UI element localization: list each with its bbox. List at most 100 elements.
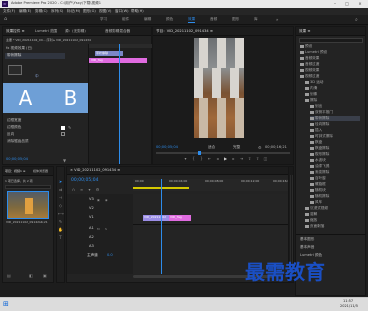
- menu-sequence[interactable]: 序列(S): [51, 9, 63, 14]
- track-select-tool-icon[interactable]: ⇉: [58, 187, 63, 192]
- menu-view[interactable]: 视图(V): [99, 9, 111, 14]
- menu-graphics[interactable]: 图形(G): [83, 9, 96, 14]
- tree-item[interactable]: 3D 运动: [305, 80, 323, 85]
- tree-item[interactable]: 预设: [300, 44, 312, 49]
- timeline-playhead[interactable]: [161, 179, 162, 274]
- panel-essential-graphics[interactable]: 基本图形: [300, 237, 314, 242]
- program-playhead-icon[interactable]: [198, 151, 201, 155]
- mute-icon[interactable]: M: [97, 227, 100, 231]
- filter-icon[interactable]: ▼: [63, 158, 66, 163]
- tree-item[interactable]: 随机擦除: [310, 194, 329, 199]
- tree-item[interactable]: 水波块: [310, 158, 326, 163]
- solo-icon[interactable]: S: [105, 227, 107, 231]
- tree-item[interactable]: 溶解: [305, 212, 317, 217]
- mark-out-icon[interactable]: }: [199, 156, 204, 161]
- go-to-in-icon[interactable]: ⇤: [207, 156, 212, 161]
- tree-item[interactable]: 划出: [310, 104, 322, 109]
- step-forward-icon[interactable]: ▸: [231, 156, 236, 161]
- add-marker-icon[interactable]: ▾: [87, 187, 92, 192]
- tree-item[interactable]: 风车: [310, 200, 322, 205]
- go-to-out-icon[interactable]: ⇥: [239, 156, 244, 161]
- lock-icon[interactable]: ▣: [97, 198, 100, 202]
- border-color-swatch[interactable]: [61, 126, 65, 130]
- tree-item[interactable]: 螺旋框: [310, 182, 326, 187]
- panel-lumetri-color[interactable]: Lumetri 颜色: [300, 253, 322, 258]
- home-icon[interactable]: ⌂: [4, 17, 9, 22]
- snap-icon[interactable]: ∩: [71, 187, 76, 192]
- linked-select-icon[interactable]: ∞: [79, 187, 84, 192]
- timeline-ruler[interactable]: 00;00 00;00;04;00 00;00;08;00 00;00;12;0…: [133, 179, 293, 191]
- start-icon[interactable]: ⊞: [3, 301, 10, 308]
- tree-item[interactable]: 划像: [305, 92, 317, 97]
- tree-item[interactable]: 内滑: [305, 86, 317, 91]
- effects-search-field[interactable]: [299, 38, 363, 43]
- step-back-icon[interactable]: ◂: [215, 156, 220, 161]
- tree-item[interactable]: 擦除: [305, 98, 317, 103]
- anti-alias-value[interactable]: 中: [35, 74, 39, 79]
- panel-essential-sound[interactable]: 基本声音: [300, 245, 314, 250]
- tree-item[interactable]: 音频过渡: [300, 62, 319, 67]
- tree-item[interactable]: 渐变擦除: [310, 170, 329, 175]
- tree-item[interactable]: 音频效果: [300, 56, 319, 61]
- selection-tool-icon[interactable]: ➤: [58, 179, 63, 184]
- tree-item[interactable]: 缩放: [305, 218, 317, 223]
- search-icon[interactable]: ⌕: [355, 17, 358, 23]
- effect-controls-timecode[interactable]: 00;00;05;04: [6, 157, 28, 162]
- menu-edit[interactable]: 编辑(E): [19, 9, 31, 14]
- tab-program[interactable]: 节目：VID_20211102_091434 ≡: [156, 29, 213, 34]
- wrench-icon[interactable]: ⚙: [258, 145, 262, 150]
- tree-item[interactable]: 页面剥落: [305, 224, 324, 229]
- tree-item[interactable]: 视频效果: [300, 68, 319, 73]
- menu-help[interactable]: 帮助(H): [131, 9, 144, 14]
- extract-icon[interactable]: ⇪: [255, 156, 260, 161]
- tab-project[interactable]: 项目：视频1 ≡: [5, 170, 25, 173]
- overflow-icon[interactable]: »: [276, 17, 278, 22]
- menu-window[interactable]: 窗口(W): [115, 9, 129, 14]
- program-quality-select[interactable]: 完整: [233, 145, 240, 150]
- workspace-editing[interactable]: 编辑: [144, 17, 151, 22]
- project-search[interactable]: [5, 185, 51, 189]
- play-icon[interactable]: ▶: [223, 156, 228, 161]
- tree-item[interactable]: 楔形擦除: [310, 152, 329, 157]
- tree-item[interactable]: 棋盘擦除: [310, 146, 329, 151]
- tree-item[interactable]: 插入: [310, 128, 322, 133]
- tab-timeline[interactable]: × VID_20211102_091434 ≡: [70, 168, 120, 173]
- workspace-audio[interactable]: 音频: [210, 17, 217, 22]
- slip-tool-icon[interactable]: ⟷: [58, 211, 64, 216]
- program-scrubber[interactable]: [156, 152, 290, 154]
- lift-icon[interactable]: ⇧: [247, 156, 252, 161]
- tab-lumetri-scopes[interactable]: Lumetri 范围: [35, 29, 57, 34]
- workspace-graphics[interactable]: 图形: [232, 17, 239, 22]
- menu-clip[interactable]: 剪辑(C): [35, 9, 48, 14]
- close-button[interactable]: ×: [356, 1, 364, 7]
- program-fit-select[interactable]: 适合: [208, 145, 215, 150]
- tab-media-browser[interactable]: 媒体浏览器: [33, 170, 48, 173]
- ec-playhead[interactable]: [119, 44, 120, 164]
- tree-item[interactable]: 百叶窗: [310, 176, 326, 181]
- tab-source[interactable]: 源：(无剪辑): [65, 29, 86, 34]
- minimize-button[interactable]: –: [331, 1, 339, 7]
- wipe-effect-row[interactable]: 带状擦除: [5, 53, 65, 59]
- maximize-button[interactable]: □: [343, 1, 351, 7]
- tree-item[interactable]: 随机块: [310, 188, 326, 193]
- workspace-learn[interactable]: 学习: [100, 17, 107, 22]
- tab-effects[interactable]: 效果 ≡: [299, 29, 310, 34]
- eye-icon[interactable]: ◉: [105, 198, 108, 202]
- export-frame-icon[interactable]: ◫: [263, 156, 268, 161]
- ec-clip-b[interactable]: VID_Tag: [89, 58, 147, 63]
- master-track-value[interactable]: 0.0: [107, 253, 113, 258]
- workspace-effects[interactable]: 效果: [188, 17, 196, 23]
- tree-item[interactable]: 棋盘: [310, 140, 322, 145]
- tab-effect-controls[interactable]: 效果控件 ≡: [6, 29, 25, 34]
- program-timecode-left[interactable]: 00;00;05;04: [156, 145, 178, 150]
- mark-in-icon[interactable]: {: [191, 156, 196, 161]
- eyedropper-icon[interactable]: ✎: [68, 125, 71, 130]
- tree-item[interactable]: 双侧平推门: [310, 110, 333, 115]
- hand-tool-icon[interactable]: ✋: [58, 227, 63, 232]
- tree-item-selected[interactable]: 带状擦除: [310, 116, 360, 121]
- menu-marker[interactable]: 标记(M): [67, 9, 80, 14]
- wrench-settings-icon[interactable]: ⚙: [95, 187, 100, 192]
- tree-item[interactable]: 径向擦除: [310, 122, 329, 127]
- new-item-icon[interactable]: ◧: [29, 273, 33, 278]
- ripple-edit-tool-icon[interactable]: ⊣: [58, 195, 63, 200]
